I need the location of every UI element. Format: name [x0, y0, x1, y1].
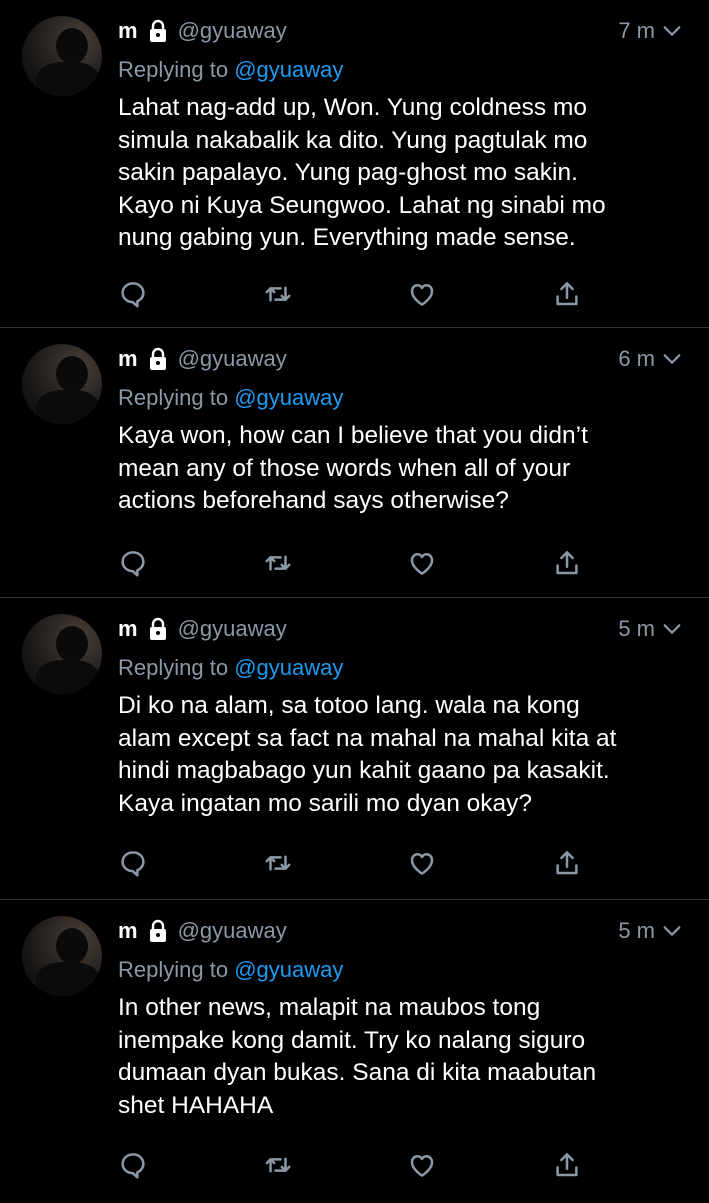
- reply-icon[interactable]: [118, 848, 148, 878]
- chevron-down-icon[interactable]: [661, 920, 683, 942]
- replying-to: Replying to @gyuaway: [118, 655, 344, 680]
- timestamp: 5 m: [618, 918, 655, 943]
- lock-icon: [149, 19, 166, 42]
- replying-to: Replying to @gyuaway: [118, 57, 344, 82]
- lock-icon: [149, 347, 166, 370]
- tweet[interactable]: m @gyuaway 6 m Replying to @gyuaway Kaya…: [0, 328, 709, 598]
- tweet-text: Kaya won, how can I believe that you did…: [118, 422, 588, 514]
- reply-icon[interactable]: [118, 279, 148, 309]
- handle[interactable]: @gyuaway: [178, 18, 287, 44]
- timestamp: 7 m: [618, 18, 655, 43]
- retweet-icon[interactable]: [263, 279, 293, 309]
- lock-icon: [149, 919, 166, 942]
- avatar[interactable]: [22, 16, 102, 96]
- tweet[interactable]: m @gyuaway 7 m Replying to @gyuaway Laha…: [0, 0, 709, 328]
- avatar[interactable]: [22, 344, 102, 424]
- chevron-down-icon[interactable]: [661, 20, 683, 42]
- display-name[interactable]: m: [118, 18, 138, 44]
- retweet-icon[interactable]: [263, 548, 293, 578]
- share-icon[interactable]: [552, 279, 582, 309]
- display-name[interactable]: m: [118, 616, 138, 642]
- tweet[interactable]: m @gyuaway 5 m Replying to @gyuaway Di k…: [0, 598, 709, 900]
- timestamp: 5 m: [618, 616, 655, 641]
- timestamp: 6 m: [618, 346, 655, 371]
- lock-icon: [149, 617, 166, 640]
- share-icon[interactable]: [552, 848, 582, 878]
- tweet[interactable]: m @gyuaway 5 m Replying to @gyuaway In o…: [0, 900, 709, 1203]
- mention-link[interactable]: @gyuaway: [234, 957, 343, 982]
- replying-to: Replying to @gyuaway: [118, 385, 344, 410]
- like-icon[interactable]: [407, 548, 437, 578]
- retweet-icon[interactable]: [263, 848, 293, 878]
- like-icon[interactable]: [407, 848, 437, 878]
- reply-icon[interactable]: [118, 548, 148, 578]
- like-icon[interactable]: [407, 279, 437, 309]
- handle[interactable]: @gyuaway: [178, 616, 287, 642]
- retweet-icon[interactable]: [263, 1150, 293, 1180]
- handle[interactable]: @gyuaway: [178, 918, 287, 944]
- avatar[interactable]: [22, 614, 102, 694]
- display-name[interactable]: m: [118, 918, 138, 944]
- share-icon[interactable]: [552, 1150, 582, 1180]
- tweet-text: Lahat nag-add up, Won. Yung coldness mo …: [118, 94, 606, 251]
- share-icon[interactable]: [552, 548, 582, 578]
- display-name[interactable]: m: [118, 346, 138, 372]
- mention-link[interactable]: @gyuaway: [234, 57, 343, 82]
- chevron-down-icon[interactable]: [661, 348, 683, 370]
- avatar[interactable]: [22, 916, 102, 996]
- tweet-text: Di ko na alam, sa totoo lang. wala na ko…: [118, 692, 617, 817]
- mention-link[interactable]: @gyuaway: [234, 655, 343, 680]
- mention-link[interactable]: @gyuaway: [234, 385, 343, 410]
- replying-to: Replying to @gyuaway: [118, 957, 344, 982]
- chevron-down-icon[interactable]: [661, 618, 683, 640]
- reply-icon[interactable]: [118, 1150, 148, 1180]
- handle[interactable]: @gyuaway: [178, 346, 287, 372]
- tweet-text: In other news, malapit na maubos tong in…: [118, 994, 597, 1119]
- like-icon[interactable]: [407, 1150, 437, 1180]
